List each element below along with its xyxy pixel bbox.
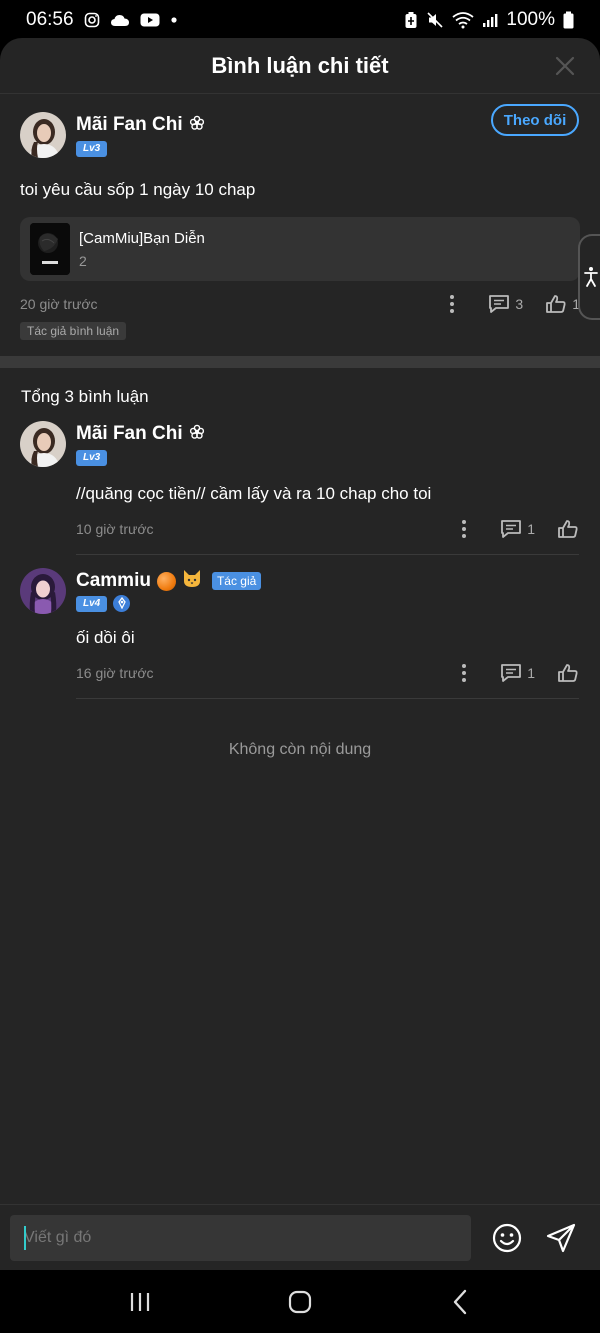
- section-divider: [0, 356, 600, 368]
- total-comments-label: Tổng 3 bình luận: [21, 387, 149, 406]
- user-avatar[interactable]: [20, 421, 66, 467]
- accessibility-icon: [584, 267, 598, 287]
- comment-icon: [489, 295, 510, 313]
- reply-separator: [76, 554, 579, 555]
- recent-apps-icon: [130, 1292, 150, 1311]
- reply-item: Cammiu Tác giả Lv4 ối dồi ôi 16 giờ trướ…: [0, 568, 600, 699]
- reply-count: 1: [527, 665, 535, 681]
- reply-separator: [76, 698, 579, 699]
- reply-count: 3: [515, 296, 524, 312]
- thumbs-up-icon: [558, 520, 578, 538]
- chapter-card[interactable]: [CamMiu]Bạn Diễn 2: [20, 217, 580, 281]
- reply-text: //quăng cọc tiền// cầm lấy và ra 10 chap…: [76, 484, 432, 503]
- like-button[interactable]: 1: [545, 294, 580, 314]
- comment-input[interactable]: [24, 1228, 471, 1247]
- sheet-header: Bình luận chi tiết: [0, 38, 600, 94]
- reply-item: Mãi Fan Chi Lv3 //quăng cọc tiền// cầm l…: [0, 421, 600, 555]
- author-comment-tag: Tác giả bình luận: [20, 322, 127, 340]
- more-vertical-icon: [450, 295, 455, 313]
- accessibility-tab[interactable]: [578, 234, 600, 320]
- chapter-number: 2: [79, 252, 87, 269]
- more-options-button[interactable]: [444, 293, 460, 315]
- end-of-content-label: Không còn nội dung: [228, 741, 372, 758]
- reply-meta: 16 giờ trước 1: [76, 661, 579, 685]
- youtube-icon: [140, 13, 160, 27]
- level-badge: Lv3: [76, 141, 108, 157]
- text-caret: [24, 1225, 26, 1250]
- like-button[interactable]: [557, 663, 579, 683]
- user-avatar[interactable]: [20, 568, 66, 614]
- home-icon: [288, 1290, 312, 1313]
- chapter-thumbnail: [30, 223, 70, 275]
- battery-percent: 100%: [506, 9, 555, 30]
- reply-count: 1: [527, 521, 535, 537]
- like-button[interactable]: [557, 519, 579, 539]
- comment-icon: [501, 664, 522, 682]
- smiley-icon: [492, 1223, 522, 1252]
- comment-detail-sheet: Bình luận chi tiết Mãi Fan Chi Lv3 Theo …: [0, 38, 600, 1270]
- reply-button[interactable]: 1: [500, 663, 535, 683]
- recent-apps-button[interactable]: [120, 1282, 160, 1322]
- flower-icon: [189, 424, 205, 445]
- orange-ball-icon: [156, 571, 176, 591]
- more-vertical-icon: [462, 664, 467, 682]
- reply-meta: 10 giờ trước 1: [76, 517, 579, 541]
- back-icon: [453, 1289, 467, 1314]
- main-comment: Mãi Fan Chi Lv3 Theo dõi toi yêu cầu sốp…: [0, 94, 600, 340]
- reply-text: ối dồi ôi: [76, 628, 135, 647]
- cloud-icon: [110, 13, 130, 27]
- comment-meta: 20 giờ trước 3 1: [20, 292, 580, 316]
- user-avatar[interactable]: [20, 112, 66, 158]
- comment-icon: [501, 520, 522, 538]
- comment-text: toi yêu cầu sốp 1 ngày 10 chap: [20, 180, 256, 199]
- battery-saver-icon: [404, 11, 418, 29]
- comment-input-bar: [0, 1204, 600, 1270]
- status-time: 06:56: [26, 9, 74, 30]
- battery-icon: [563, 11, 574, 29]
- more-options-button[interactable]: [456, 518, 472, 540]
- flower-icon: [189, 115, 205, 136]
- cat-icon: [182, 569, 202, 593]
- send-button[interactable]: [545, 1222, 577, 1254]
- author-label: Tác giả: [211, 572, 262, 590]
- reply-button[interactable]: 3: [488, 294, 523, 314]
- reply-button[interactable]: 1: [500, 519, 535, 539]
- reply-time: 16 giờ trước: [76, 665, 154, 681]
- more-vertical-icon: [462, 520, 467, 538]
- chapter-title: [CamMiu]Bạn Diễn: [79, 229, 205, 247]
- user-name[interactable]: Cammiu: [76, 570, 151, 592]
- signal-icon: [482, 12, 498, 28]
- follow-button[interactable]: Theo dõi: [491, 104, 579, 136]
- thumbs-up-icon: [546, 295, 566, 313]
- wifi-icon: [452, 11, 474, 29]
- emoji-button[interactable]: [491, 1222, 523, 1254]
- comment-input-wrapper: [10, 1214, 471, 1261]
- sheet-title: Bình luận chi tiết: [211, 52, 389, 78]
- level-badge: Lv3: [76, 450, 108, 466]
- close-button[interactable]: [554, 55, 576, 77]
- verified-badge-icon: [113, 594, 131, 612]
- notification-dot-icon: [170, 16, 178, 24]
- send-icon: [546, 1223, 576, 1252]
- more-options-button[interactable]: [456, 662, 472, 684]
- level-badge: Lv4: [76, 596, 108, 612]
- user-name[interactable]: Mãi Fan Chi: [76, 114, 183, 136]
- user-name[interactable]: Mãi Fan Chi: [76, 423, 183, 445]
- system-nav-bar: [0, 1270, 600, 1333]
- comment-time: 20 giờ trước: [20, 296, 98, 312]
- thumbs-up-icon: [558, 664, 578, 682]
- home-button[interactable]: [280, 1282, 320, 1322]
- close-icon: [555, 56, 575, 76]
- mute-icon: [426, 11, 444, 29]
- status-bar: 06:56 100%: [0, 0, 600, 40]
- reply-time: 10 giờ trước: [76, 521, 154, 537]
- instagram-icon: [84, 12, 100, 28]
- back-button[interactable]: [440, 1282, 480, 1322]
